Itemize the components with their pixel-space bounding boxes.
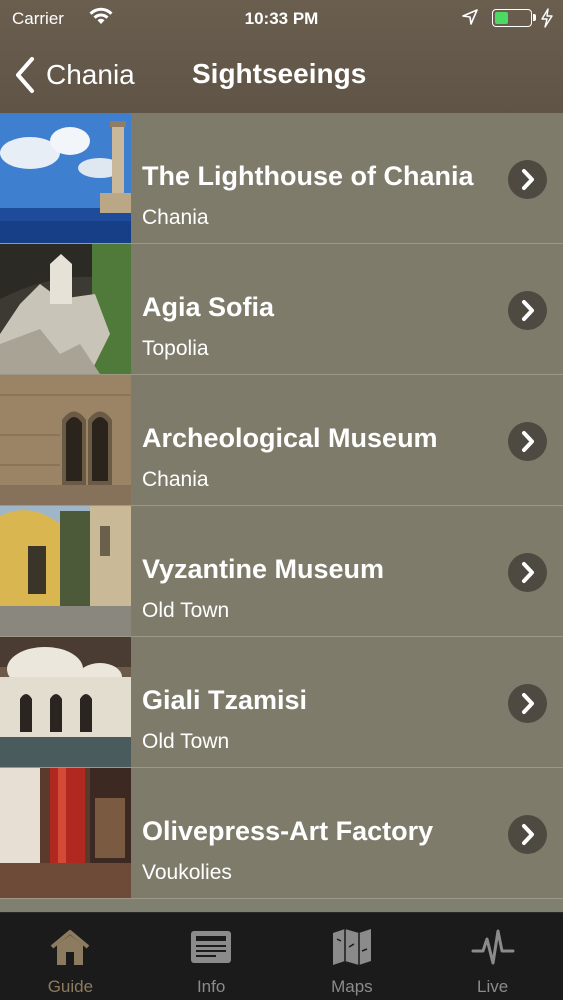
top-header: Carrier 10:33 PM Chania Sightseeings — [0, 0, 563, 113]
back-button-label: Chania — [46, 59, 135, 90]
item-location: Voukolies — [142, 861, 232, 884]
item-name: Vyzantine Museum — [142, 554, 385, 584]
item-location: Chania — [142, 468, 209, 491]
giali-tzamisi-thumbnail — [0, 637, 131, 767]
olivepress-art-factory-thumbnail — [0, 768, 131, 898]
back-button[interactable]: Chania — [12, 54, 135, 96]
navigation-bar: Chania Sightseeings — [0, 44, 563, 104]
item-name: Agia Sofia — [142, 292, 275, 322]
charging-bolt-icon — [541, 8, 553, 28]
location-arrow-icon — [462, 9, 478, 25]
chevron-right-icon — [522, 169, 534, 190]
agia-sofia-thumbnail — [0, 244, 131, 374]
battery-indicator — [492, 9, 532, 27]
disclosure-button[interactable] — [508, 815, 547, 854]
chevron-right-icon — [522, 431, 534, 452]
tab-info[interactable]: Info — [141, 913, 282, 1000]
disclosure-button[interactable] — [508, 684, 547, 723]
list-item[interactable]: Vyzantine Museum Old Town — [0, 506, 563, 637]
item-location: Old Town — [142, 599, 230, 622]
disclosure-button[interactable] — [508, 160, 547, 199]
list-item[interactable]: Archeological Museum Chania — [0, 375, 563, 506]
chevron-right-icon — [522, 300, 534, 321]
chevron-right-icon — [522, 562, 534, 583]
item-location: Chania — [142, 206, 209, 229]
home-icon — [51, 930, 90, 965]
battery-fill — [495, 12, 508, 24]
item-name: Olivepress-Art Factory — [142, 816, 434, 846]
list-item[interactable]: The Lighthouse of Chania Chania — [0, 113, 563, 244]
item-location: Topolia — [142, 337, 209, 360]
chevron-left-icon — [16, 57, 34, 93]
archeological-museum-thumbnail — [0, 375, 131, 505]
tab-label: Live — [477, 977, 509, 996]
page-title: Sightseeings — [192, 58, 367, 89]
disclosure-button[interactable] — [508, 422, 547, 461]
tab-maps[interactable]: Maps — [282, 913, 423, 1000]
item-location: Old Town — [142, 730, 230, 753]
tab-live[interactable]: Live — [422, 913, 563, 1000]
tab-label: Maps — [331, 977, 373, 996]
tab-bar: Guide Info Maps Live — [0, 912, 563, 1000]
list-item[interactable]: Giali Tzamisi Old Town — [0, 637, 563, 768]
item-name: The Lighthouse of Chania — [142, 161, 474, 191]
newspaper-icon — [191, 931, 232, 963]
list-item[interactable]: Agia Sofia Topolia — [0, 244, 563, 375]
lighthouse-thumbnail — [0, 113, 131, 243]
vyzantine-museum-thumbnail — [0, 506, 131, 636]
tab-label: Guide — [47, 977, 94, 996]
disclosure-button[interactable] — [508, 291, 547, 330]
clock: 10:33 PM — [244, 9, 319, 28]
pulse-icon — [471, 929, 515, 965]
map-icon — [332, 929, 371, 965]
item-name: Giali Tzamisi — [142, 685, 308, 715]
status-bar: Carrier 10:33 PM — [0, 0, 563, 38]
tab-label: Info — [196, 977, 226, 996]
sightseeing-list: The Lighthouse of Chania Chania Agia Sof… — [0, 113, 563, 912]
tab-guide[interactable]: Guide — [0, 913, 141, 1000]
chevron-right-icon — [522, 693, 534, 714]
list-item[interactable]: Olivepress-Art Factory Voukolies — [0, 768, 563, 899]
battery-tip — [533, 14, 536, 21]
chevron-right-icon — [522, 824, 534, 845]
disclosure-button[interactable] — [508, 553, 547, 592]
item-name: Archeological Museum — [142, 423, 438, 453]
